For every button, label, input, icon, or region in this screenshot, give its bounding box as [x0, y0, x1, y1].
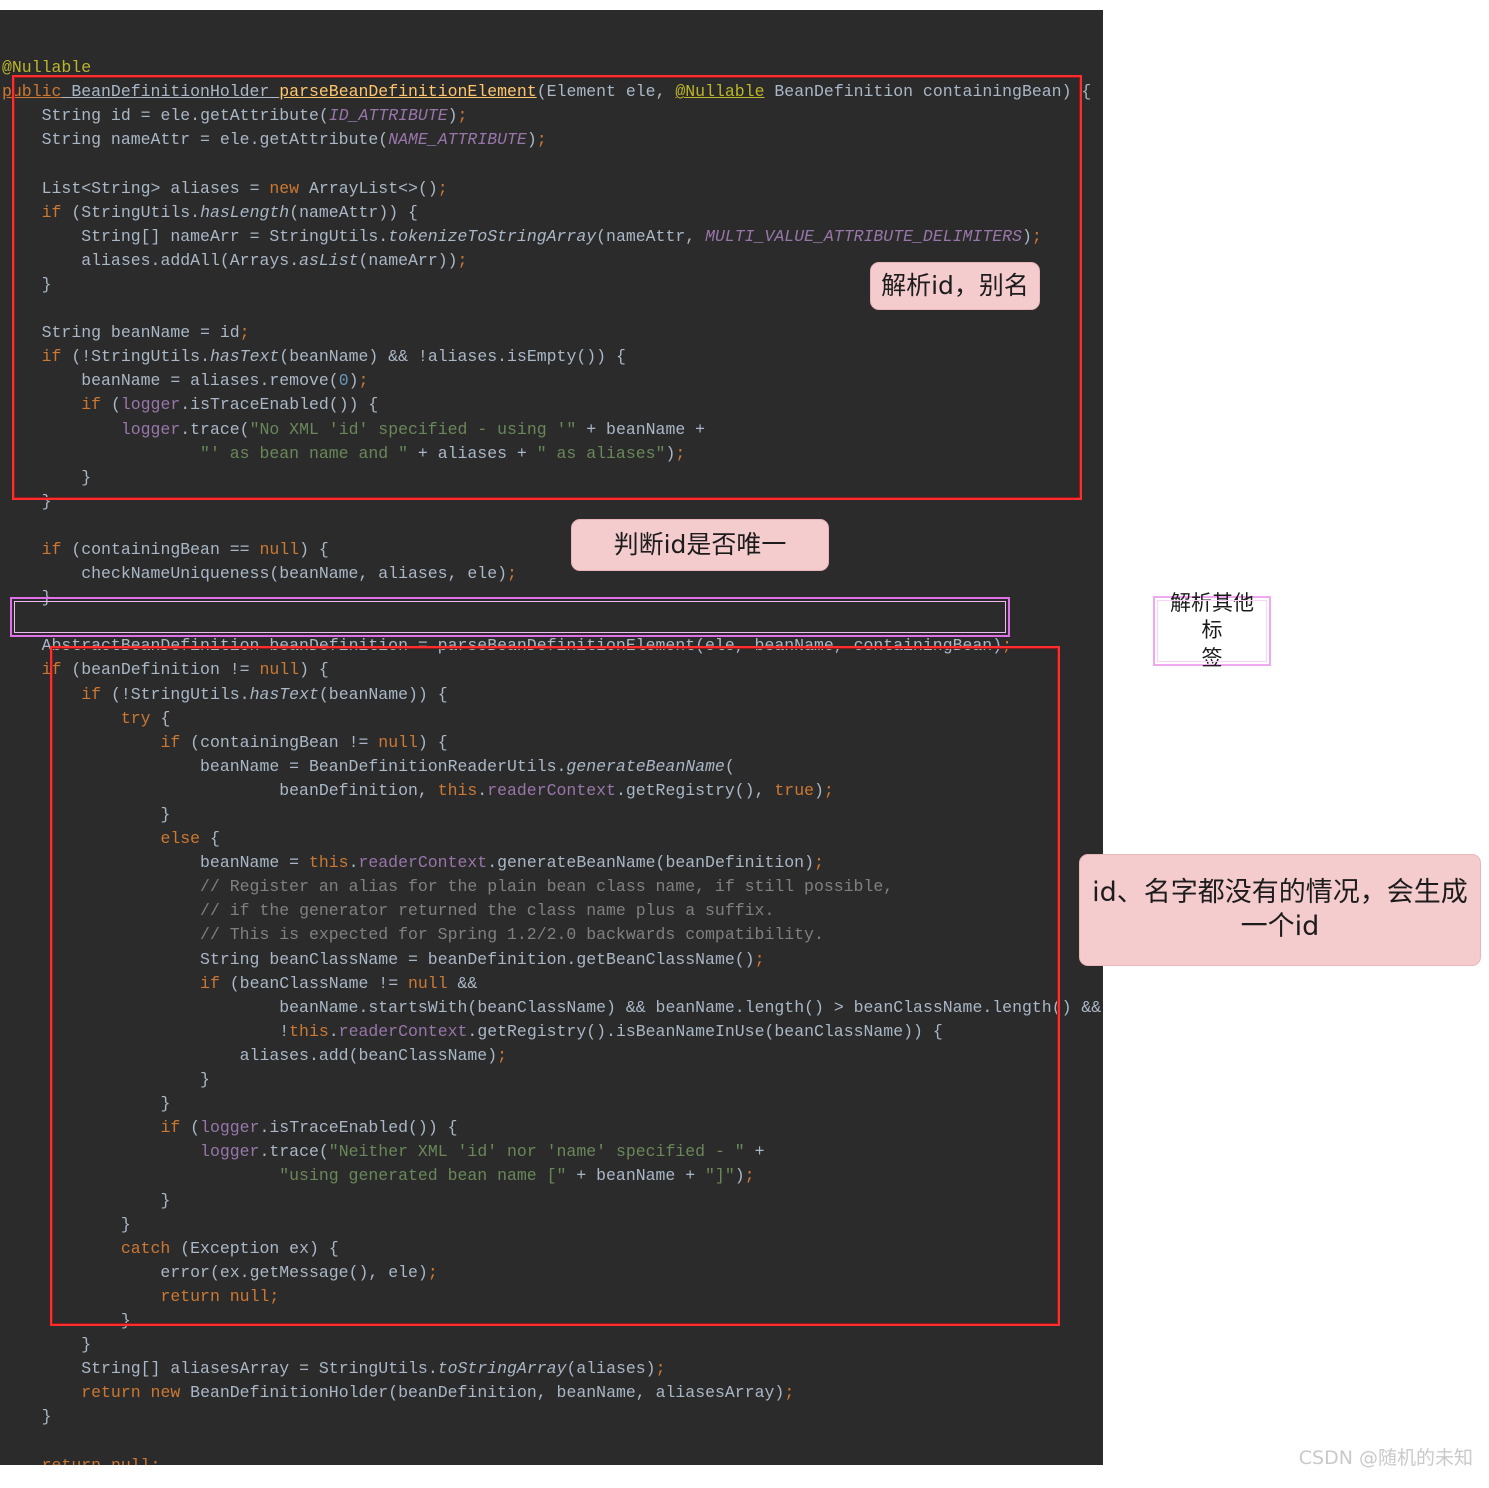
code-line: try {	[120, 708, 171, 728]
csdn-watermark: CSDN @随机的未知	[1299, 1443, 1473, 1470]
code-line: return new BeanDefinitionHolder(beanDefi…	[81, 1383, 795, 1403]
code-line: beanName = aliases.remove(0);	[2, 371, 369, 391]
annotation-check-id-unique: 判断id是否唯一	[571, 519, 829, 571]
code-line: }	[160, 1190, 171, 1210]
code-line: AbstractBeanDefinition beanDefinition = …	[41, 636, 1013, 656]
code-line: if (StringUtils.hasLength(nameAttr)) {	[41, 202, 418, 222]
code-line: if (logger.isTraceEnabled()) {	[81, 395, 379, 415]
code-line: if (containingBean != null) {	[160, 732, 448, 752]
code-line: logger.trace("Neither XML 'id' nor 'name…	[200, 1142, 765, 1162]
code-line: if (beanClassName != null &&	[200, 973, 478, 993]
code-line: // Register an alias for the plain bean …	[200, 877, 894, 897]
code-line: String nameAttr = ele.getAttribute(NAME_…	[41, 130, 547, 150]
code-line: String[] nameArr = StringUtils.tokenizeT…	[81, 226, 1042, 246]
code-line: }	[120, 1214, 131, 1234]
code-line: beanDefinition, this.readerContext.getRe…	[2, 780, 834, 800]
code-line: }	[160, 805, 171, 824]
annotation-parse-other-tags-text: 解析其他标签	[1161, 590, 1263, 672]
code-line: error(ex.getMessage(), ele);	[2, 1262, 438, 1282]
code-line: !this.readerContext.getRegistry().isBean…	[2, 1021, 943, 1041]
code-line: String beanName = id;	[41, 323, 250, 343]
annotation-generate-id: id、名字都没有的情况，会生成一个id	[1079, 854, 1481, 966]
code-line: if (logger.isTraceEnabled()) {	[160, 1118, 458, 1138]
code-line: if (!StringUtils.hasText(beanName) && !a…	[41, 347, 626, 367]
code-line: String id = ele.getAttribute(ID_ATTRIBUT…	[41, 106, 468, 126]
code-line: }	[81, 467, 92, 487]
code-line: String[] aliasesArray = StringUtils.toSt…	[81, 1359, 666, 1379]
code-line: logger.trace("No XML 'id' specified - us…	[120, 419, 706, 439]
watermark-text: CSDN @随机的未知	[1298, 1447, 1473, 1469]
code-line: }	[120, 1310, 131, 1330]
code-line: if (beanDefinition != null) {	[41, 660, 329, 680]
code-editor-panel: @Nullable public BeanDefinitionHolder par…	[0, 10, 1103, 1465]
code-line: }	[81, 1335, 92, 1355]
code-line: beanName = this.readerContext.generateBe…	[2, 853, 824, 873]
code-line: aliases.add(beanClassName);	[2, 1045, 508, 1065]
code-line: if (containingBean == null) {	[41, 539, 329, 559]
code-line: @Nullable	[2, 58, 92, 78]
code-line: public BeanDefinitionHolder parseBeanDef…	[2, 82, 1092, 102]
annotation-parse-id-alias: 解析id，别名	[870, 262, 1040, 310]
code-line: // This is expected for Spring 1.2/2.0 b…	[200, 925, 824, 945]
code-line: "using generated bean name [" + beanName…	[279, 1166, 755, 1186]
code-line: String beanClassName = beanDefinition.ge…	[200, 949, 765, 969]
code-line: catch (Exception ex) {	[120, 1238, 339, 1258]
code-line: beanName.startsWith(beanClassName) && be…	[2, 997, 1102, 1017]
annotation-parse-other-tags: 解析其他标签	[1153, 591, 1271, 670]
annotation-check-id-unique-text: 判断id是否唯一	[613, 530, 787, 560]
code-line: checkNameUniqueness(beanName, aliases, e…	[2, 564, 517, 584]
code-block: @Nullable public BeanDefinitionHolder par…	[0, 32, 1103, 1465]
code-line: "' as bean name and " + aliases + " as a…	[200, 443, 686, 463]
annotation-generate-id-text: id、名字都没有的情况，会生成一个id	[1092, 877, 1468, 942]
code-line: }	[41, 491, 52, 511]
code-line: }	[41, 588, 52, 608]
annotation-parse-id-alias-text: 解析id，别名	[881, 271, 1029, 301]
annotation-parse-other-tags-line2: 签	[1201, 645, 1223, 670]
code-line: }	[160, 1094, 171, 1114]
code-line: return null;	[160, 1286, 280, 1306]
code-line: beanName = BeanDefinitionReaderUtils.gen…	[2, 756, 735, 776]
annotation-parse-other-tags-line1: 解析其他标	[1170, 591, 1254, 643]
code-line: }	[200, 1070, 210, 1090]
code-line: }	[41, 1407, 52, 1427]
code-line: else {	[160, 829, 220, 849]
code-line: if (!StringUtils.hasText(beanName)) {	[81, 684, 448, 704]
code-line: List<String> aliases = new ArrayList<>()…	[41, 178, 448, 198]
code-line: return null;	[0, 1454, 1103, 1465]
code-line: // if the generator returned the class n…	[200, 901, 775, 921]
